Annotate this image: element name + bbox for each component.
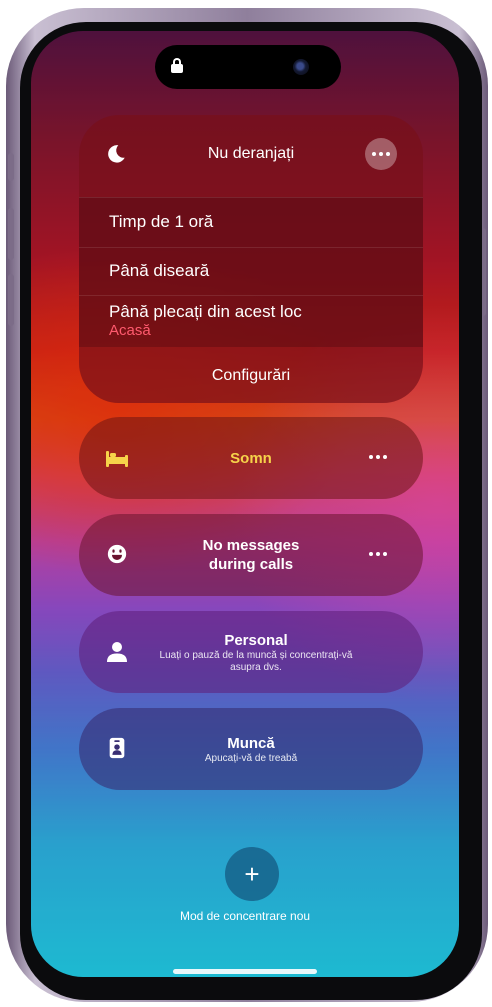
do-not-disturb-card: Nu deranjați Timp de 1 oră Până diseară …: [79, 115, 423, 403]
plus-icon: +: [244, 858, 260, 889]
person-icon: [107, 642, 127, 662]
home-indicator[interactable]: [173, 969, 317, 974]
focus-personal[interactable]: Personal Luați o pauză de la muncă și co…: [79, 611, 423, 693]
lock-icon: [171, 58, 183, 74]
option-until-leave-location[interactable]: Până plecați din acest loc Acasă: [79, 295, 423, 347]
volume-up-button: [8, 208, 14, 260]
focus-no-messages[interactable]: No messages during calls: [79, 514, 423, 596]
add-focus-button[interactable]: +: [225, 847, 279, 901]
option-one-hour[interactable]: Timp de 1 oră: [79, 197, 423, 247]
focus-work[interactable]: Muncă Apucați-vă de treabă: [79, 708, 423, 790]
dynamic-island: [155, 45, 341, 89]
focus-sleep[interactable]: Somn: [79, 417, 423, 499]
focus-personal-subtitle: Luați o pauză de la muncă și concentrați…: [159, 649, 353, 673]
volume-down-button: [8, 274, 14, 326]
badge-icon: [109, 737, 125, 759]
do-not-disturb-header[interactable]: Nu deranjați: [79, 115, 423, 197]
smiley-icon: [107, 544, 127, 564]
focus-sleep-title: Somn: [230, 449, 272, 467]
location-label: Acasă: [109, 322, 151, 339]
front-camera: [293, 59, 309, 75]
focus-no-messages-more-button[interactable]: [369, 552, 387, 556]
focus-sleep-more-button[interactable]: [369, 455, 387, 459]
do-not-disturb-more-button[interactable]: [365, 138, 397, 170]
action-button: [8, 153, 14, 181]
option-until-evening[interactable]: Până diseară: [79, 247, 423, 295]
settings-button[interactable]: Configurări: [79, 367, 423, 385]
screen: Nu deranjați Timp de 1 oră Până diseară …: [31, 31, 459, 977]
focus-no-messages-title: No messages during calls: [202, 537, 300, 573]
focus-work-subtitle: Apucați-vă de treabă: [204, 752, 298, 764]
bed-icon: [106, 451, 128, 467]
add-focus-label[interactable]: Mod de concentrare nou: [31, 909, 459, 923]
focus-personal-title: Personal: [224, 631, 288, 649]
focus-work-title: Muncă: [227, 734, 275, 752]
